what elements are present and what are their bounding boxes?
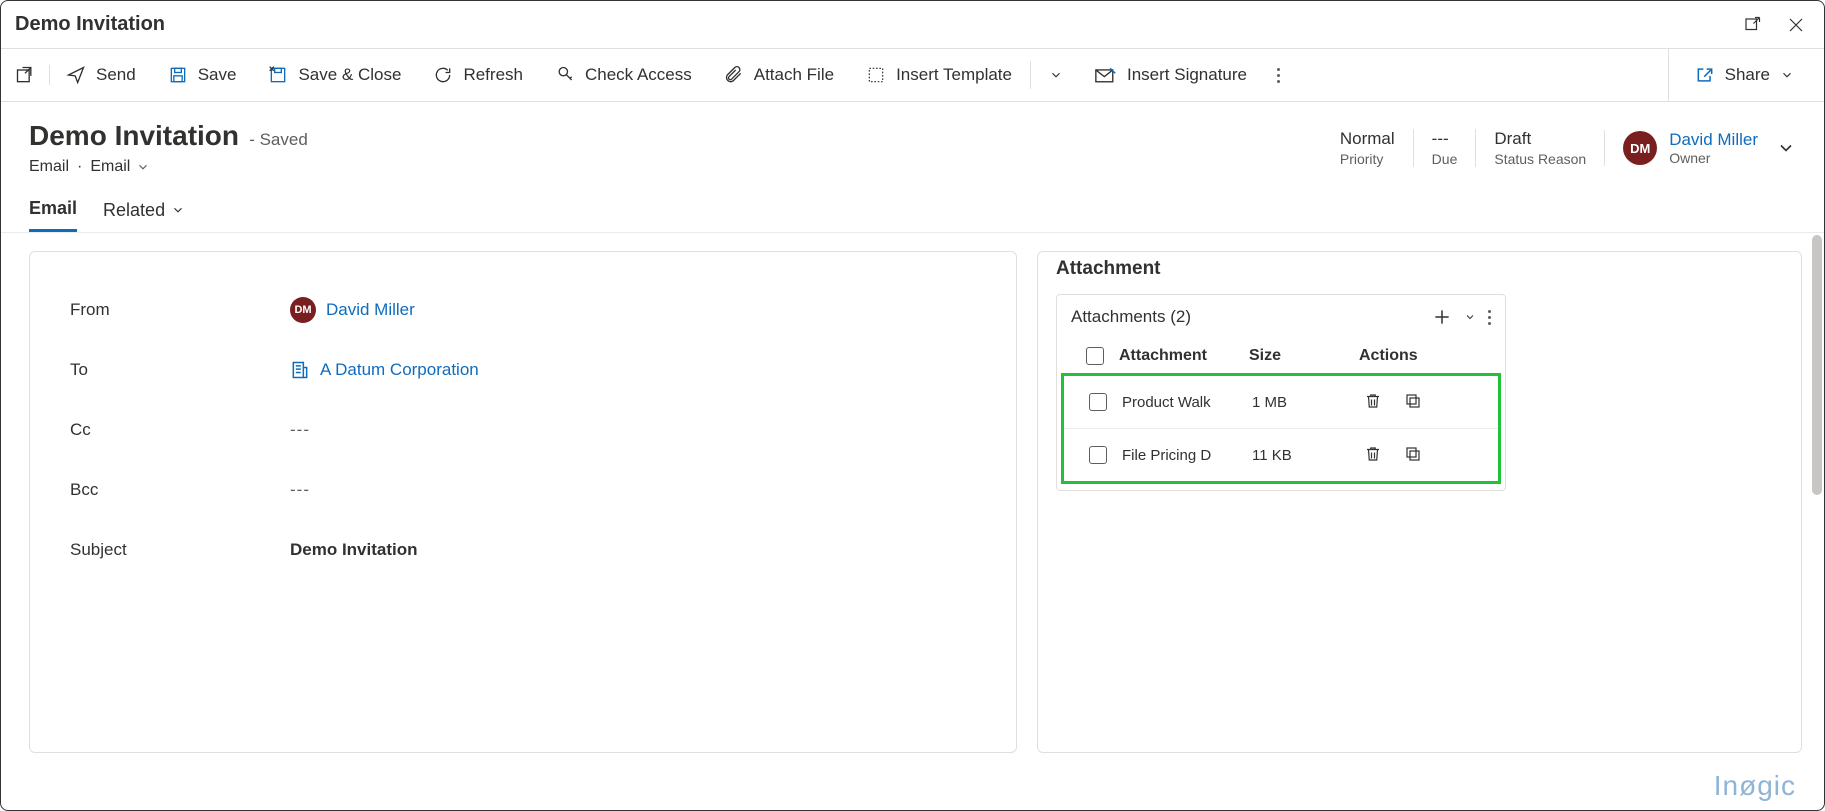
account-icon — [290, 360, 310, 380]
entity-type: Email — [29, 158, 69, 176]
delete-icon[interactable] — [1362, 443, 1384, 465]
separator — [1030, 61, 1031, 89]
cc-label: Cc — [70, 420, 290, 440]
header-expand-button[interactable] — [1758, 138, 1796, 158]
watermark-logo: Inøgic — [1714, 770, 1796, 802]
close-icon[interactable] — [1786, 15, 1806, 35]
select-all-checkbox[interactable] — [1086, 347, 1104, 365]
insert-signature-button[interactable]: Insert Signature — [1079, 65, 1263, 85]
record-title: Demo Invitation — [29, 120, 239, 151]
row-checkbox[interactable] — [1089, 446, 1107, 464]
attachment-section-title: Attachment — [1038, 252, 1801, 294]
add-attachment-button[interactable] — [1432, 307, 1452, 327]
bcc-field[interactable]: --- — [290, 480, 310, 500]
attachment-name[interactable]: Product Walk — [1122, 394, 1252, 411]
from-avatar: DM — [290, 297, 316, 323]
meta-owner[interactable]: DM David Miller Owner — [1604, 130, 1758, 166]
check-access-button[interactable]: Check Access — [539, 65, 708, 85]
popout-icon[interactable] — [1742, 15, 1762, 35]
row-checkbox[interactable] — [1089, 393, 1107, 411]
to-field[interactable]: A Datum Corporation — [290, 360, 479, 380]
col-attachment[interactable]: Attachment — [1119, 347, 1249, 365]
meta-due[interactable]: --- Due — [1413, 129, 1476, 167]
add-attachment-dropdown[interactable] — [1464, 311, 1476, 323]
share-label: Share — [1725, 65, 1770, 85]
to-label: To — [70, 360, 290, 380]
attachment-size: 11 KB — [1252, 447, 1362, 464]
attachment-name[interactable]: File Pricing D — [1122, 447, 1252, 464]
attachments-grid-title: Attachments (2) — [1071, 307, 1191, 327]
check-access-label: Check Access — [585, 65, 692, 85]
owner-label: Owner — [1669, 150, 1758, 166]
meta-priority[interactable]: Normal Priority — [1322, 129, 1413, 167]
save-close-button[interactable]: Save & Close — [252, 65, 417, 85]
attachments-header-row: Attachment Size Actions — [1057, 339, 1505, 373]
insert-template-button[interactable]: Insert Template — [850, 65, 1028, 85]
attachment-panel: Attachment Attachments (2) Attachment Si… — [1037, 251, 1802, 753]
from-label: From — [70, 300, 290, 320]
copy-icon[interactable] — [1402, 443, 1424, 465]
tab-email[interactable]: Email — [29, 198, 77, 232]
delete-icon[interactable] — [1362, 390, 1384, 412]
insert-signature-label: Insert Signature — [1127, 65, 1247, 85]
entity-view-selector[interactable]: Email — [90, 158, 150, 176]
attach-file-label: Attach File — [754, 65, 834, 85]
subject-field[interactable]: Demo Invitation — [290, 540, 418, 560]
attachment-size: 1 MB — [1252, 394, 1362, 411]
share-button[interactable]: Share — [1679, 49, 1810, 101]
command-bar: Send Save Save & Close Refresh Check Acc… — [1, 48, 1824, 102]
record-save-status: - Saved — [249, 130, 308, 149]
template-dropdown[interactable] — [1033, 68, 1079, 82]
more-commands-button[interactable] — [1263, 68, 1294, 83]
meta-status-reason[interactable]: Draft Status Reason — [1475, 129, 1604, 167]
save-button[interactable]: Save — [152, 65, 253, 85]
owner-avatar: DM — [1623, 131, 1657, 165]
vertical-scrollbar[interactable] — [1812, 235, 1822, 495]
col-size[interactable]: Size — [1249, 347, 1359, 365]
bcc-label: Bcc — [70, 480, 290, 500]
tab-related[interactable]: Related — [103, 198, 185, 232]
save-close-label: Save & Close — [298, 65, 401, 85]
send-button[interactable]: Send — [50, 65, 152, 85]
send-label: Send — [96, 65, 136, 85]
from-name[interactable]: David Miller — [326, 300, 415, 320]
subject-label: Subject — [70, 540, 290, 560]
attachment-row[interactable]: File Pricing D 11 KB — [1064, 428, 1498, 481]
insert-template-label: Insert Template — [896, 65, 1012, 85]
col-actions: Actions — [1359, 347, 1491, 365]
to-name[interactable]: A Datum Corporation — [320, 360, 479, 380]
email-form-card: From DM David Miller To A Datum Corporat… — [29, 251, 1017, 753]
attach-file-button[interactable]: Attach File — [708, 65, 850, 85]
owner-name[interactable]: David Miller — [1669, 130, 1758, 150]
refresh-button[interactable]: Refresh — [417, 65, 539, 85]
attachments-highlighted-rows: Product Walk 1 MB File Pricing D 11 KB — [1061, 373, 1501, 484]
cc-field[interactable]: --- — [290, 420, 310, 440]
refresh-label: Refresh — [463, 65, 523, 85]
attachment-row[interactable]: Product Walk 1 MB — [1064, 376, 1498, 428]
copy-icon[interactable] — [1402, 390, 1424, 412]
attachments-more-button[interactable] — [1488, 310, 1491, 325]
window-title: Demo Invitation — [15, 13, 165, 36]
from-field[interactable]: DM David Miller — [290, 297, 415, 323]
save-label: Save — [198, 65, 237, 85]
open-record-button[interactable] — [1, 65, 50, 85]
